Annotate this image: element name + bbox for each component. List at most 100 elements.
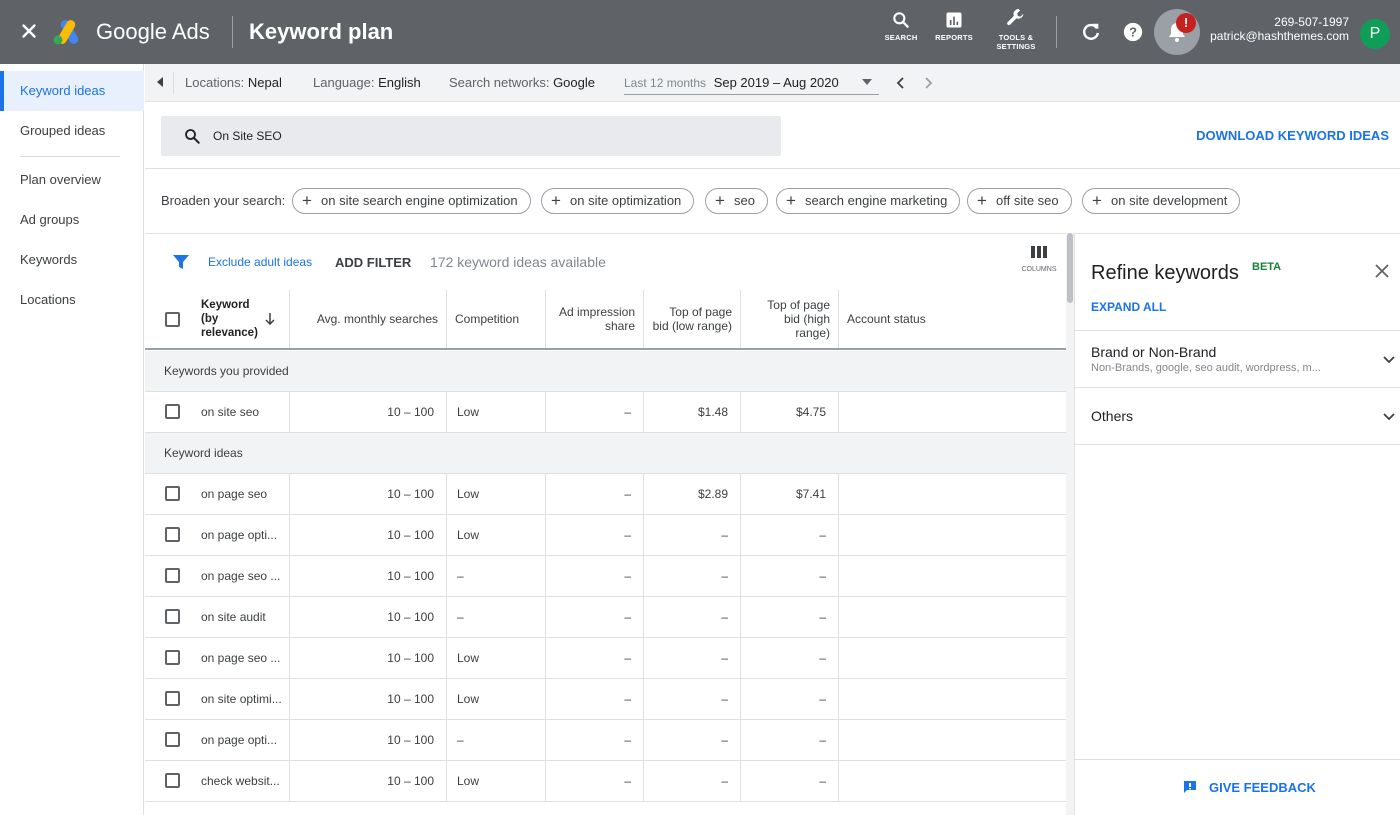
dropdown-arrow-icon[interactable] [862, 79, 872, 85]
search-tool-button[interactable]: SEARCH [876, 10, 926, 42]
language-label: Language: [313, 75, 375, 90]
chevron-down-icon [1383, 356, 1395, 364]
select-all-checkbox[interactable] [165, 312, 180, 327]
broaden-chip[interactable]: + on site optimization [541, 188, 695, 214]
table-row[interactable]: on page opti... 10 – 100– – – – [145, 720, 1066, 761]
bid-low-cell: – [644, 597, 741, 637]
table-row[interactable]: on page seo 10 – 100 Low – $2.89 $7.41 [145, 474, 1066, 515]
broaden-chip[interactable]: + search engine marketing [776, 188, 961, 214]
account-info[interactable]: 269-507-1997 patrick@hashthemes.com [1210, 15, 1349, 43]
bid-low-cell: – [644, 556, 741, 596]
refine-section-title: Brand or Non-Brand [1091, 344, 1217, 360]
divider [145, 168, 1400, 169]
download-keyword-ideas-link[interactable]: DOWNLOAD KEYWORD IDEAS [1196, 128, 1389, 143]
sidebar-item-locations[interactable]: Locations [0, 280, 144, 320]
broaden-chip[interactable]: + on site search engine optimization [292, 188, 531, 214]
date-range-selector[interactable]: Last 12 months Sep 2019 – Aug 2020 [624, 75, 839, 90]
collapse-arrow-icon[interactable] [155, 76, 165, 88]
columns-icon [1031, 246, 1047, 258]
table-row[interactable]: on site optimi... 10 – 100 Low – – – [145, 679, 1066, 720]
table-header: Keyword (by relevance) Avg. monthly sear… [145, 290, 1066, 350]
exclude-adult-ideas-link[interactable]: Exclude adult ideas [208, 255, 312, 269]
nav-divider [20, 156, 120, 157]
sidebar-item-ad-groups[interactable]: Ad groups [0, 200, 144, 240]
row-checkbox[interactable] [165, 568, 180, 583]
impression-share-header[interactable]: Ad impression share [546, 290, 644, 348]
give-feedback-button[interactable]: GIVE FEEDBACK [1183, 780, 1316, 795]
reports-tool-button[interactable]: REPORTS [929, 10, 979, 42]
sidebar-item-keywords[interactable]: Keywords [0, 240, 144, 280]
filter-icon[interactable] [173, 254, 189, 270]
close-icon[interactable] [1374, 263, 1390, 279]
sidebar-item-plan-overview[interactable]: Plan overview [0, 160, 144, 200]
keyword-header-line2: (by [201, 313, 219, 325]
avg-searches-cell: 10 – 100 [290, 597, 447, 637]
bid-high-cell: – [741, 515, 839, 555]
bid-low-cell: $2.89 [644, 474, 741, 514]
refresh-icon[interactable] [1080, 21, 1102, 43]
table-row[interactable]: on page seo ... 10 – 100 Low – – – [145, 638, 1066, 679]
bid-high-header[interactable]: Top of page bid (high range) [741, 290, 839, 348]
search-input[interactable] [213, 116, 753, 156]
avg-searches-header[interactable]: Avg. monthly searches [290, 290, 447, 348]
keyword-header-line1: Keyword [201, 299, 250, 311]
competition-cell: Low [447, 679, 546, 719]
search-tool-label: SEARCH [884, 33, 918, 42]
table-row[interactable]: on page seo ... 10 – 100– – – – [145, 556, 1066, 597]
columns-button[interactable]: COLUMNS [1017, 246, 1061, 273]
next-period-icon[interactable] [923, 76, 933, 90]
help-icon[interactable]: ? [1122, 21, 1144, 43]
table-row[interactable]: on site seo 10 – 100 Low – $1.48 $4.75 [145, 392, 1066, 433]
add-filter-button[interactable]: ADD FILTER [335, 255, 411, 270]
sidebar-item-keyword-ideas[interactable]: Keyword ideas [0, 71, 144, 111]
divider [232, 16, 233, 48]
keyword-header-line3: relevance) [201, 327, 258, 339]
row-checkbox[interactable] [165, 527, 180, 542]
keyword-text: check websit... [201, 774, 280, 788]
row-checkbox[interactable] [165, 486, 180, 501]
locations-filter[interactable]: Locations: Nepal [185, 75, 282, 90]
table-row[interactable]: on site audit 10 – 100– – – – [145, 597, 1066, 638]
side-navigation: Keyword ideas Grouped ideas Plan overvie… [0, 64, 144, 815]
plus-icon: + [302, 191, 312, 210]
row-checkbox[interactable] [165, 609, 180, 624]
table-row[interactable]: check websit... 10 – 100 Low – – – [145, 761, 1066, 802]
broaden-chip[interactable]: + off site seo [967, 188, 1072, 214]
networks-filter[interactable]: Search networks: Google [449, 75, 595, 90]
row-checkbox[interactable] [165, 404, 180, 419]
broaden-chip[interactable]: + seo [705, 188, 768, 214]
row-checkbox[interactable] [165, 650, 180, 665]
competition-cell: Low [447, 761, 546, 801]
impression-share-cell: – [546, 638, 644, 678]
sort-down-icon[interactable] [265, 313, 275, 325]
bid-low-header[interactable]: Top of page bid (low range) [644, 290, 741, 348]
avatar[interactable]: P [1360, 19, 1390, 49]
date-range-value: Sep 2019 – Aug 2020 [713, 75, 839, 90]
broaden-chip[interactable]: + on site development [1082, 188, 1241, 214]
competition-cell: Low [447, 392, 546, 432]
table-row[interactable]: on page opti... 10 – 100 Low – – – [145, 515, 1066, 556]
close-icon[interactable] [18, 20, 40, 42]
tools-settings-button[interactable]: TOOLS & SETTINGS [991, 6, 1041, 51]
keyword-ideas-count: 172 keyword ideas available [430, 254, 606, 270]
competition-header[interactable]: Competition [447, 290, 546, 348]
account-status-header[interactable]: Account status [839, 290, 1066, 348]
keyword-cell: on page opti... [145, 515, 290, 555]
networks-value: Google [553, 75, 595, 90]
row-checkbox[interactable] [165, 691, 180, 706]
sidebar-item-grouped-ideas[interactable]: Grouped ideas [0, 111, 144, 151]
keyword-text: on page opti... [201, 528, 278, 542]
language-filter[interactable]: Language: English [313, 75, 421, 90]
avg-searches-cell: 10 – 100 [290, 392, 447, 432]
keyword-cell: on page opti... [145, 720, 290, 760]
row-checkbox[interactable] [165, 773, 180, 788]
search-icon [185, 129, 200, 144]
keyword-search-box[interactable] [161, 116, 781, 156]
keyword-column-header[interactable]: Keyword (by relevance) [145, 290, 290, 348]
impression-share-cell: – [546, 392, 644, 432]
previous-period-icon[interactable] [896, 76, 906, 90]
table-scrollbar[interactable] [1066, 233, 1074, 815]
expand-all-button[interactable]: EXPAND ALL [1091, 300, 1166, 314]
scrollbar-thumb[interactable] [1067, 233, 1073, 303]
row-checkbox[interactable] [165, 732, 180, 747]
